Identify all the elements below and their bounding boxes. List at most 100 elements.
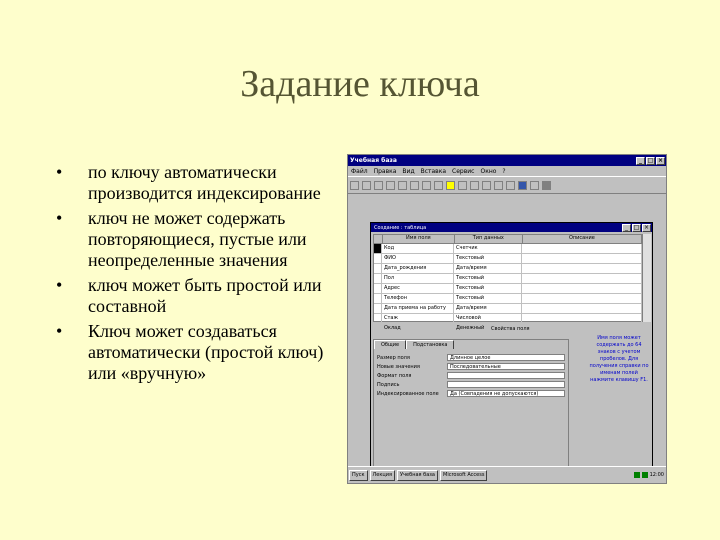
indexes-icon[interactable] bbox=[458, 180, 467, 190]
taskbar-item[interactable]: Лекция bbox=[369, 469, 396, 481]
property-value[interactable] bbox=[447, 372, 565, 379]
property-value[interactable]: Длинное целое bbox=[447, 354, 565, 361]
field-name-cell[interactable]: Код bbox=[382, 244, 454, 253]
table-row[interactable]: Стаж Числовой bbox=[374, 314, 642, 324]
database-window-icon[interactable] bbox=[518, 180, 527, 190]
field-properties-label: Свойства поля bbox=[491, 326, 530, 332]
cut-icon[interactable] bbox=[398, 180, 407, 190]
bullet-item: • ключ не может содержать повторяющиеся, … bbox=[52, 208, 352, 271]
table-row[interactable]: ФИО Текстовый bbox=[374, 254, 642, 264]
preview-icon[interactable] bbox=[386, 180, 395, 190]
print-icon[interactable] bbox=[374, 180, 383, 190]
field-type-cell[interactable]: Текстовый bbox=[454, 254, 522, 263]
field-type-cell[interactable]: Текстовый bbox=[454, 294, 522, 303]
copy-icon[interactable] bbox=[410, 180, 419, 190]
minimize-button[interactable]: _ bbox=[636, 156, 645, 165]
table-minimize-button[interactable]: _ bbox=[622, 223, 631, 232]
table-row[interactable]: Дата_рождения Дата/время bbox=[374, 264, 642, 274]
row-selector[interactable] bbox=[374, 284, 382, 293]
taskbar-item[interactable]: Учебная база bbox=[397, 469, 438, 481]
field-name-cell[interactable]: Адрес bbox=[382, 284, 454, 293]
field-desc-cell[interactable] bbox=[522, 264, 642, 273]
field-desc-cell[interactable] bbox=[522, 314, 642, 323]
field-desc-cell[interactable] bbox=[522, 274, 642, 283]
table-row[interactable]: Дата приема на работу Дата/время bbox=[374, 304, 642, 314]
paste-icon[interactable] bbox=[422, 180, 431, 190]
field-name-cell[interactable]: Дата_рождения bbox=[382, 264, 454, 273]
system-tray: 12:00 bbox=[633, 472, 666, 478]
field-desc-cell[interactable] bbox=[522, 284, 642, 293]
taskbar-item[interactable]: Microsoft Access bbox=[440, 469, 488, 481]
field-desc-cell[interactable] bbox=[522, 254, 642, 263]
start-button[interactable]: Пуск bbox=[349, 469, 368, 481]
table-row[interactable]: Пол Текстовый bbox=[374, 274, 642, 284]
table-row[interactable]: Код Счетчик bbox=[374, 244, 642, 254]
grid-header: Имя поля Тип данных Описание bbox=[374, 235, 642, 244]
close-button[interactable]: × bbox=[656, 156, 665, 165]
maximize-button[interactable]: □ bbox=[646, 156, 655, 165]
primary-key-icon[interactable] bbox=[446, 180, 455, 190]
menu-tools[interactable]: Сервис bbox=[452, 168, 474, 175]
properties-icon[interactable] bbox=[494, 180, 503, 190]
row-selector[interactable] bbox=[374, 254, 382, 263]
build-icon[interactable] bbox=[506, 180, 515, 190]
table-row[interactable]: Адрес Текстовый bbox=[374, 284, 642, 294]
field-name-cell[interactable]: Оклад bbox=[382, 324, 454, 333]
tab-general[interactable]: Общие bbox=[374, 340, 407, 349]
row-selector[interactable] bbox=[374, 304, 382, 313]
field-type-cell[interactable]: Дата/время bbox=[454, 264, 522, 273]
column-header: Описание bbox=[523, 235, 642, 243]
tab-lookup[interactable]: Подстановка bbox=[406, 340, 455, 349]
tray-icon[interactable] bbox=[641, 472, 648, 478]
insert-row-icon[interactable] bbox=[470, 180, 479, 190]
field-desc-cell[interactable] bbox=[522, 324, 642, 333]
menu-window[interactable]: Окно bbox=[480, 168, 496, 175]
row-selector[interactable] bbox=[374, 264, 382, 273]
grid-scrollbar[interactable] bbox=[642, 234, 651, 322]
view-icon[interactable] bbox=[350, 180, 359, 190]
bullet-item: • Ключ может создаваться автоматически (п… bbox=[52, 321, 352, 384]
bullet-mark: • bbox=[56, 275, 63, 295]
field-name-cell[interactable]: Пол bbox=[382, 274, 454, 283]
field-type-cell[interactable]: Числовой bbox=[454, 314, 522, 323]
field-name-cell[interactable]: Телефон bbox=[382, 294, 454, 303]
save-icon[interactable] bbox=[362, 180, 371, 190]
table-maximize-button[interactable]: □ bbox=[632, 223, 641, 232]
bullet-text: Ключ может создаваться автоматически (пр… bbox=[88, 321, 324, 383]
delete-row-icon[interactable] bbox=[482, 180, 491, 190]
table-row[interactable]: Телефон Текстовый bbox=[374, 294, 642, 304]
field-type-cell[interactable]: Счетчик bbox=[454, 244, 522, 253]
field-name-cell[interactable]: Стаж bbox=[382, 314, 454, 323]
field-desc-cell[interactable] bbox=[522, 304, 642, 313]
table-close-button[interactable]: × bbox=[642, 223, 651, 232]
menu-file[interactable]: Файл bbox=[351, 168, 368, 175]
field-type-cell[interactable]: Дата/время bbox=[454, 304, 522, 313]
menu-insert[interactable]: Вставка bbox=[421, 168, 446, 175]
new-object-icon[interactable] bbox=[530, 180, 539, 190]
row-selector[interactable] bbox=[374, 294, 382, 303]
field-name-cell[interactable]: Дата приема на работу bbox=[382, 304, 454, 313]
row-selector[interactable] bbox=[374, 274, 382, 283]
property-value[interactable] bbox=[447, 381, 565, 388]
undo-icon[interactable] bbox=[434, 180, 443, 190]
window-titlebar: Учебная база _ □ × bbox=[348, 155, 666, 166]
bullet-mark: • bbox=[56, 162, 63, 182]
field-properties-panel: Общие Подстановка Размер поля Длинное цел… bbox=[373, 339, 569, 469]
field-name-cell[interactable]: ФИО bbox=[382, 254, 454, 263]
help-icon[interactable] bbox=[542, 180, 551, 190]
bullet-mark: • bbox=[56, 321, 63, 341]
properties-tabs: Общие Подстановка bbox=[374, 340, 568, 349]
menu-edit[interactable]: Правка bbox=[374, 168, 397, 175]
tray-icon[interactable] bbox=[633, 472, 640, 478]
row-selector[interactable] bbox=[374, 314, 382, 323]
field-type-cell[interactable]: Текстовый bbox=[454, 284, 522, 293]
field-desc-cell[interactable] bbox=[522, 244, 642, 253]
column-header: Имя поля bbox=[383, 235, 455, 243]
property-value[interactable]: Последовательные bbox=[447, 363, 565, 370]
row-selector[interactable] bbox=[374, 324, 382, 333]
field-type-cell[interactable]: Текстовый bbox=[454, 274, 522, 283]
menu-help[interactable]: ? bbox=[502, 168, 505, 175]
field-desc-cell[interactable] bbox=[522, 294, 642, 303]
property-value[interactable]: Да (Совпадения не допускаются) bbox=[447, 390, 565, 397]
menu-view[interactable]: Вид bbox=[402, 168, 414, 175]
